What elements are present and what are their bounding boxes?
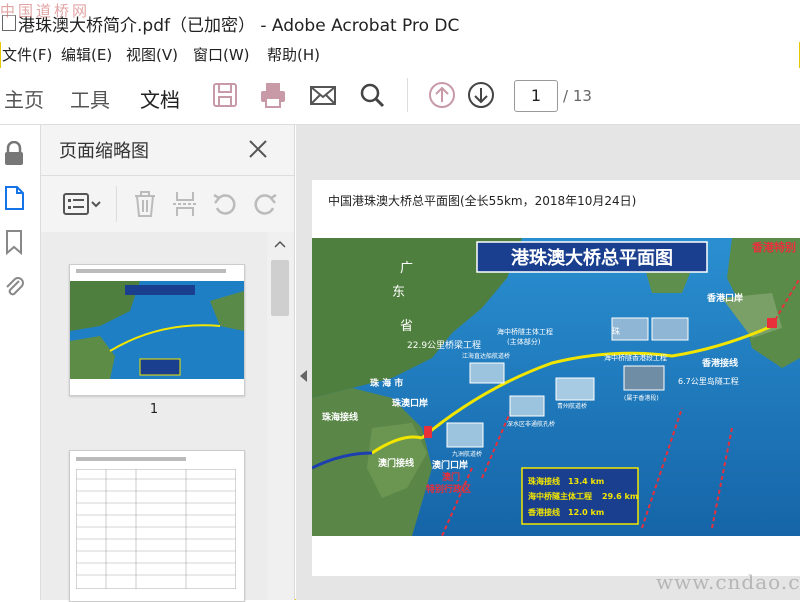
map-label-hk-port: 香港口岸 bbox=[706, 292, 743, 304]
map-label-main-works-sub: (主体部分) bbox=[507, 337, 541, 346]
thumbnail-caption-line bbox=[76, 457, 186, 461]
map-label-macau: 澳门 bbox=[442, 471, 460, 483]
map-label-hk-link: 香港接线 bbox=[701, 357, 738, 369]
page-number-label: 1 bbox=[149, 402, 159, 417]
tab-tools[interactable]: 工具 bbox=[70, 84, 110, 113]
collapse-panel-icon[interactable] bbox=[300, 370, 307, 382]
page-thumbnails-icon[interactable] bbox=[3, 185, 25, 211]
thumbnail-list: 1 bbox=[41, 232, 267, 602]
menu-edit[interactable]: 编辑(E) bbox=[61, 44, 112, 65]
map-label-zhuhai-city: 珠 海 市 bbox=[370, 377, 403, 389]
map-label-bridge-works: 22.9公里桥梁工程 bbox=[407, 339, 481, 351]
thumbnail-panel: 页面缩略图 1 bbox=[41, 125, 295, 602]
map-label-macau-port: 澳门口岸 bbox=[432, 459, 468, 471]
thumbnail-caption-line bbox=[76, 269, 226, 273]
page-caption: 中国港珠澳大桥总平面图(全长55km，2018年10月24日) bbox=[328, 194, 637, 208]
page-number-input[interactable]: 1 bbox=[514, 80, 558, 112]
bridge-map-image: 港珠澳大桥总平面图 香港特别 广 东 省 香港口岸 22.9公里桥梁工程 海中桥… bbox=[312, 238, 800, 536]
previous-page-icon[interactable] bbox=[427, 80, 457, 110]
rotate-right-icon[interactable] bbox=[251, 190, 279, 218]
map-label-dong: 东 bbox=[392, 285, 405, 300]
map-label-tunnel-sub: (属于香港段) bbox=[624, 394, 659, 402]
map-label-shenshui: 深水区非通航孔桥 bbox=[507, 420, 555, 428]
mail-icon[interactable] bbox=[308, 80, 338, 110]
menu-file[interactable]: 文件(F) bbox=[2, 44, 52, 65]
thumbnail-table-image bbox=[76, 469, 236, 589]
panel-divider bbox=[116, 186, 117, 222]
scrollbar-thumb[interactable] bbox=[271, 260, 289, 316]
map-label-hk-bridge: 香港特别 bbox=[751, 240, 796, 254]
title-bar: 港珠澳大桥简介.pdf（已加密） - Adobe Acrobat Pro DC bbox=[0, 0, 800, 42]
legend-label: 珠海接线 bbox=[528, 476, 560, 486]
map-label-tunnel: 海中桥隧香港段工程 bbox=[604, 353, 667, 362]
bookmark-icon[interactable] bbox=[3, 229, 25, 255]
attachment-icon[interactable] bbox=[3, 273, 25, 299]
watermark-logo: 中国道桥网 bbox=[0, 2, 91, 20]
map-label-zhuhai-port: 珠澳口岸 bbox=[392, 397, 428, 409]
map-title: 港珠澳大桥总平面图 bbox=[511, 247, 673, 269]
scroll-up-icon[interactable] bbox=[274, 240, 286, 248]
page-thumbnail[interactable] bbox=[69, 264, 245, 396]
tab-home[interactable]: 主页 bbox=[4, 84, 44, 113]
close-icon[interactable] bbox=[246, 137, 270, 161]
legend-value: 29.6 km bbox=[602, 492, 638, 501]
legend-value: 12.0 km bbox=[568, 508, 604, 517]
legend-value: 13.4 km bbox=[568, 477, 604, 486]
menu-bar: 文件(F) 编辑(E) 视图(V) 窗口(W) 帮助(H) bbox=[0, 42, 800, 66]
tab-document[interactable]: 文档 bbox=[140, 84, 180, 129]
toolbar: 主页 工具 文档 1 / 13 bbox=[0, 68, 800, 129]
watermark-url: www.cndao.com bbox=[656, 570, 800, 594]
thumbnail-scrollbar[interactable] bbox=[267, 232, 294, 600]
map-label-sheng: 省 bbox=[400, 319, 413, 334]
page-total: / 13 bbox=[563, 87, 592, 105]
save-icon[interactable] bbox=[210, 80, 240, 110]
map-label-qingzhou: 青州航道桥 bbox=[557, 402, 587, 410]
panel-title: 页面缩略图 bbox=[59, 141, 149, 162]
delete-icon[interactable] bbox=[131, 190, 159, 218]
options-menu-icon[interactable] bbox=[61, 190, 103, 218]
menu-window[interactable]: 窗口(W) bbox=[193, 44, 250, 65]
thumbnail-toolbar bbox=[41, 175, 294, 233]
map-label-macau-link: 澳门接线 bbox=[378, 457, 414, 469]
map-label-jianghai: 江海直达船航道桥 bbox=[462, 352, 510, 360]
search-icon[interactable] bbox=[357, 80, 387, 110]
page-thumbnail[interactable] bbox=[69, 450, 245, 602]
toolbar-divider bbox=[407, 78, 408, 112]
menu-view[interactable]: 视图(V) bbox=[126, 44, 178, 65]
pdf-page: 中国港珠澳大桥总平面图(全长55km，2018年10月24日) 港珠澳大桥总平面… bbox=[312, 180, 800, 576]
extract-pages-icon[interactable] bbox=[171, 190, 199, 218]
map-label-guangdong: 广 bbox=[400, 261, 413, 276]
map-label-jiuzhou: 九洲航道桥 bbox=[452, 450, 482, 458]
map-label-sar: 特别行政区 bbox=[426, 483, 471, 495]
map-label-zhu: 珠 bbox=[612, 326, 620, 336]
print-icon[interactable] bbox=[258, 80, 288, 110]
menu-help[interactable]: 帮助(H) bbox=[267, 44, 320, 65]
lock-icon[interactable] bbox=[3, 141, 25, 167]
legend-label: 香港接线 bbox=[527, 507, 560, 517]
navigation-rail bbox=[0, 125, 41, 600]
map-label-main-works: 海中桥隧主体工程 bbox=[497, 327, 553, 336]
thumbnail-map-image bbox=[70, 281, 244, 379]
next-page-icon[interactable] bbox=[466, 80, 496, 110]
map-label-island-works: 6.7公里岛隧工程 bbox=[678, 376, 739, 386]
legend-label: 海中桥隧主体工程 bbox=[528, 491, 592, 501]
map-label-zhuhai-link: 珠海接线 bbox=[322, 411, 358, 423]
rotate-left-icon[interactable] bbox=[211, 190, 239, 218]
